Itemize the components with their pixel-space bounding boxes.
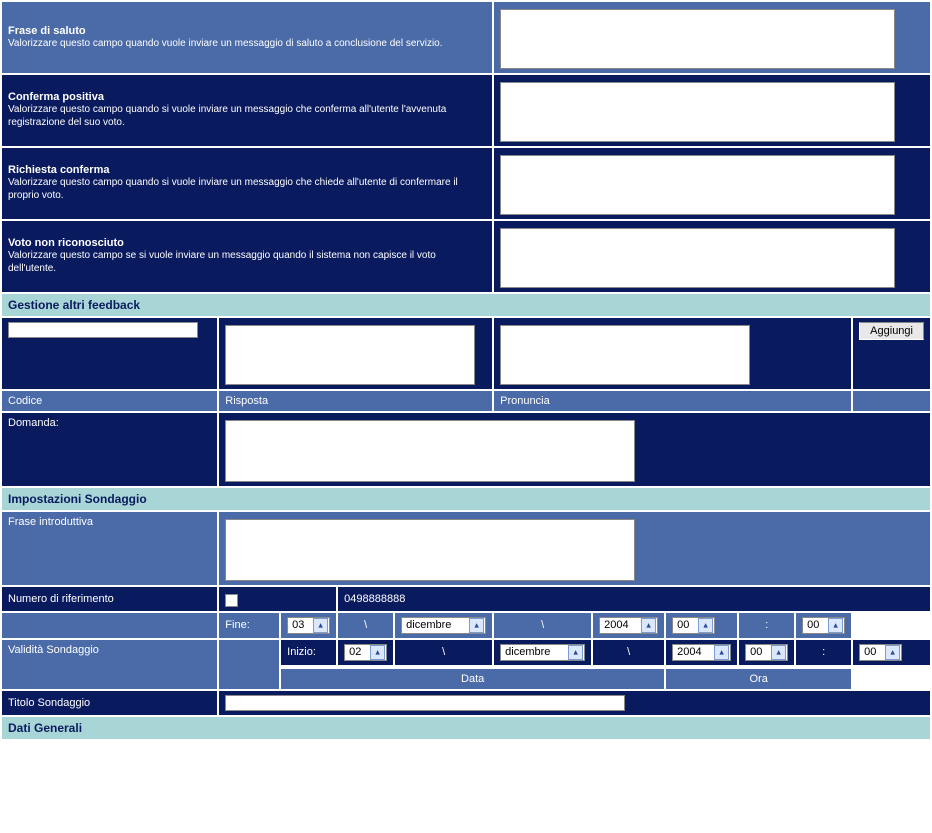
numero-check-cell — [219, 587, 336, 611]
chevron-down-icon: ▾ — [568, 645, 583, 660]
inizio-min-cell: 00▾ — [853, 640, 930, 665]
survey-form: Dati Generali Titolo Sondaggio Validità … — [0, 0, 932, 741]
section-feedback: Gestione altri feedback — [2, 294, 930, 316]
domanda-textarea[interactable] — [225, 420, 635, 482]
fine-month-select[interactable]: dicembre▾ — [401, 617, 486, 634]
aggiungi-cell: Aggiungi — [853, 318, 930, 389]
col-action — [853, 391, 930, 411]
fine-year-cell: 2004▾ — [593, 613, 664, 638]
chevron-down-icon: ▾ — [828, 618, 843, 633]
chevron-down-icon: ▾ — [370, 645, 385, 660]
fb4-cell — [494, 2, 930, 73]
data-header: Data — [281, 669, 664, 689]
pronuncia-cell — [494, 318, 851, 389]
inizio-hour-select[interactable]: 00▾ — [745, 644, 788, 661]
col-risposta: Risposta — [219, 391, 492, 411]
fine-day-select[interactable]: 03▾ — [287, 617, 330, 634]
inizio-min-select[interactable]: 00▾ — [859, 644, 902, 661]
inizio-year-cell: 2004▾ — [666, 640, 737, 665]
codice-cell — [2, 318, 217, 389]
inizio-year-select[interactable]: 2004▾ — [672, 644, 731, 661]
inizio-hour-cell: 00▾ — [739, 640, 794, 665]
inizio-month-cell: dicembre▾ — [494, 640, 591, 665]
sep: \ — [593, 640, 664, 665]
spacer — [2, 613, 217, 638]
validita-label: Validità Sondaggio — [2, 640, 217, 689]
fb1-label: Voto non riconosciuto Valorizzare questo… — [2, 221, 492, 292]
inizio-label: Inizio: — [281, 640, 336, 665]
codice-input[interactable] — [8, 322, 198, 338]
fb3-label: Conferma positiva Valorizzare questo cam… — [2, 75, 492, 146]
section-dati-generali: Dati Generali — [2, 717, 930, 739]
section-impostazioni: Impostazioni Sondaggio — [2, 488, 930, 510]
inizio-day-cell: 02▾ — [338, 640, 393, 665]
fb4-textarea[interactable] — [500, 9, 895, 69]
fine-min-select[interactable]: 00▾ — [802, 617, 845, 634]
inizio-day-select[interactable]: 02▾ — [344, 644, 387, 661]
titolo-cell — [219, 691, 930, 715]
fine-year-select[interactable]: 2004▾ — [599, 617, 658, 634]
col-pronuncia: Pronuncia — [494, 391, 851, 411]
risposta-cell — [219, 318, 492, 389]
chevron-down-icon: ▾ — [313, 618, 328, 633]
sep: \ — [494, 613, 591, 638]
fine-month-cell: dicembre▾ — [395, 613, 492, 638]
fb3-textarea[interactable] — [500, 82, 895, 142]
inizio-month-select[interactable]: dicembre▾ — [500, 644, 585, 661]
titolo-label: Titolo Sondaggio — [2, 691, 217, 715]
aggiungi-button[interactable]: Aggiungi — [859, 322, 924, 340]
fb4-label: Frase di saluto Valorizzare questo campo… — [2, 2, 492, 73]
fine-label: Fine: — [219, 613, 279, 638]
pronuncia-textarea[interactable] — [500, 325, 750, 385]
spacer — [219, 640, 279, 689]
sep: : — [739, 613, 794, 638]
fb2-textarea[interactable] — [500, 155, 895, 215]
frase-intro-cell — [219, 512, 930, 585]
chevron-down-icon: ▾ — [698, 618, 713, 633]
sep: \ — [338, 613, 393, 638]
frase-intro-label: Frase introduttiva — [2, 512, 217, 585]
domanda-label: Domanda: — [2, 413, 217, 486]
ora-header: Ora — [666, 669, 851, 689]
risposta-textarea[interactable] — [225, 325, 475, 385]
fine-hour-cell: 00▾ — [666, 613, 737, 638]
fine-min-cell: 00▾ — [796, 613, 851, 638]
chevron-down-icon: ▾ — [771, 645, 786, 660]
col-codice: Codice — [2, 391, 217, 411]
frase-intro-textarea[interactable] — [225, 519, 635, 581]
chevron-down-icon: ▾ — [885, 645, 900, 660]
titolo-input[interactable] — [225, 695, 625, 711]
sep: \ — [395, 640, 492, 665]
fine-day-cell: 03▾ — [281, 613, 336, 638]
chevron-down-icon: ▾ — [641, 618, 656, 633]
sep: : — [796, 640, 851, 665]
numero-label: Numero di riferimento — [2, 587, 217, 611]
fb2-label: Richiesta conferma Valorizzare questo ca… — [2, 148, 492, 219]
domanda-cell — [219, 413, 930, 486]
fb1-cell — [494, 221, 930, 292]
chevron-down-icon: ▾ — [714, 645, 729, 660]
numero-checkbox[interactable] — [225, 594, 238, 607]
fb1-textarea[interactable] — [500, 228, 895, 288]
chevron-down-icon: ▾ — [469, 618, 484, 633]
numero-value: 0498888888 — [338, 587, 930, 611]
fine-hour-select[interactable]: 00▾ — [672, 617, 715, 634]
fb3-cell — [494, 75, 930, 146]
fb2-cell — [494, 148, 930, 219]
